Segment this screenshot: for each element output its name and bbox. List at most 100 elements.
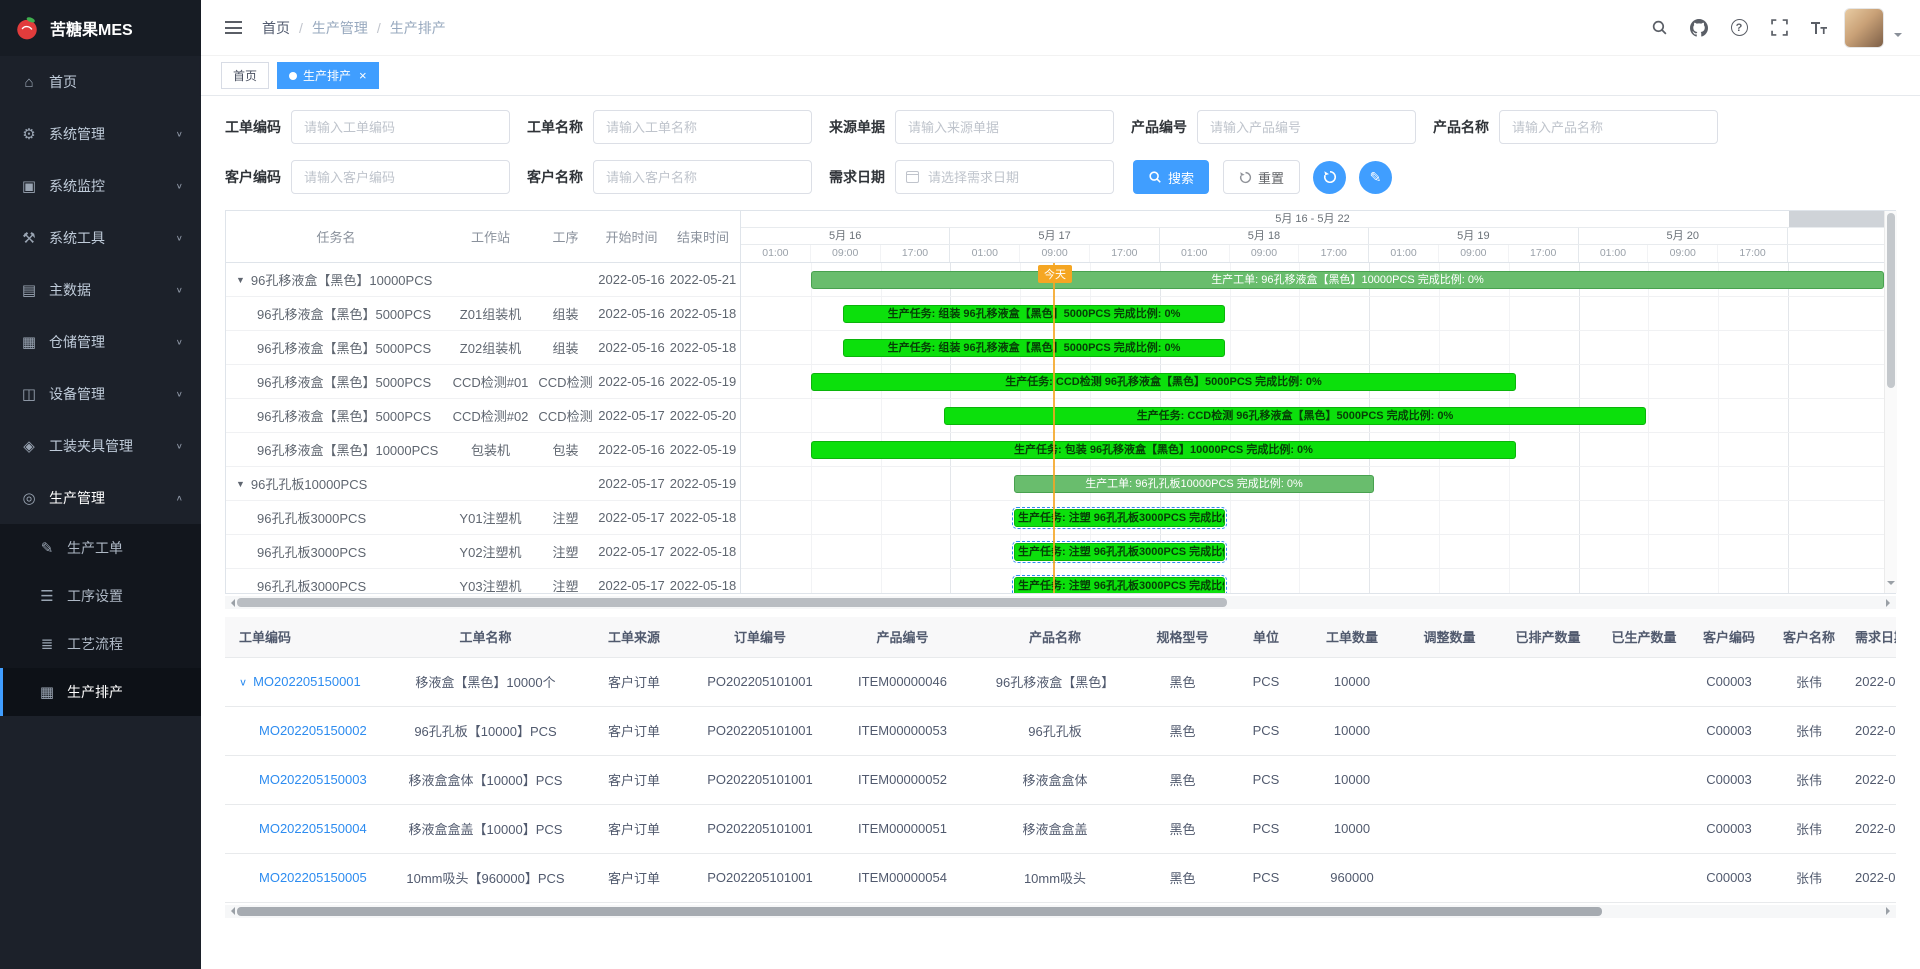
- search-button[interactable]: 搜索: [1133, 160, 1209, 194]
- sidebar-item-system-tools[interactable]: ⚒系统工具∨: [0, 212, 201, 264]
- gantt-grid-row[interactable]: 96孔移液盒【黑色】5000PCSZ01组装机组装2022-05-162022-…: [226, 297, 740, 331]
- orders-table-row[interactable]: MO20220515000296孔孔板【10000】PCS客户订单PO20220…: [225, 706, 1896, 755]
- orders-table-row[interactable]: ∨MO202205150001移液盒【黑色】10000个客户订单PO202205…: [225, 657, 1896, 706]
- gantt-grid-row[interactable]: 96孔移液盒【黑色】5000PCSZ02组装机组装2022-05-162022-…: [226, 331, 740, 365]
- gantt-bar-task[interactable]: 生产任务: 组装 96孔移液盒【黑色】5000PCS 完成比例: 0%: [843, 339, 1225, 357]
- gantt-bar-work-order[interactable]: 生产工单: 96孔移液盒【黑色】10000PCS 完成比例: 0%: [811, 271, 1884, 289]
- gantt-bar-work-order[interactable]: 生产工单: 96孔孔板10000PCS 完成比例: 0%: [1014, 475, 1374, 493]
- order-code-link[interactable]: MO202205150001: [253, 674, 361, 689]
- orders-cell: 10000: [1302, 804, 1402, 853]
- order-code-link[interactable]: MO202205150004: [259, 821, 367, 836]
- sidebar-item-home[interactable]: ⌂首页: [0, 56, 201, 108]
- breadcrumb-item[interactable]: 生产排产: [390, 18, 446, 38]
- gantt-bar-task[interactable]: 生产任务: 包装 96孔移液盒【黑色】10000PCS 完成比例: 0%: [811, 441, 1516, 459]
- gantt-vscroll-thumb[interactable]: [1887, 213, 1895, 388]
- tab-close-icon[interactable]: ×: [359, 68, 367, 83]
- sidebar-item-equipment[interactable]: ◫设备管理∨: [0, 368, 201, 420]
- gantt-grid-row[interactable]: ▼96孔孔板10000PCS2022-05-172022-05-19: [226, 467, 740, 501]
- gantt-bar-task[interactable]: 生产任务: 注塑 96孔孔板3000PCS 完成比例: 0%: [1014, 543, 1225, 561]
- sidebar-item-system-monitor[interactable]: ▣系统监控∨: [0, 160, 201, 212]
- orders-cell: PO202205101001: [690, 804, 830, 853]
- customer-code-input[interactable]: [291, 160, 510, 194]
- orders-table-row[interactable]: MO202205150004移液盒盒盖【10000】PCS客户订单PO20220…: [225, 804, 1896, 853]
- tools-icon: ⚒: [18, 229, 40, 247]
- orders-cell: 96孔孔板【10000】PCS: [393, 706, 578, 755]
- gantt-grid-row[interactable]: ▼96孔移液盒【黑色】10000PCS2022-05-162022-05-21: [226, 263, 740, 297]
- order-code-link[interactable]: MO202205150003: [259, 772, 367, 787]
- reset-button[interactable]: 重置: [1223, 160, 1300, 194]
- gantt-grid-row[interactable]: 96孔移液盒【黑色】10000PCS包装机包装2022-05-162022-05…: [226, 433, 740, 467]
- order-code-link[interactable]: MO202205150005: [259, 870, 367, 885]
- font-size-icon[interactable]: [1804, 11, 1834, 45]
- gantt-hscroll-right-arrow-icon[interactable]: [1886, 599, 1894, 607]
- gantt-grid-row[interactable]: 96孔移液盒【黑色】5000PCSCCD检测#01CCD检测2022-05-16…: [226, 365, 740, 399]
- github-icon[interactable]: [1684, 11, 1714, 45]
- orders-cell: ITEM00000053: [830, 706, 975, 755]
- gantt-grid-row[interactable]: 96孔孔板3000PCSY01注塑机注塑2022-05-172022-05-18: [226, 501, 740, 535]
- breadcrumb-item[interactable]: 生产管理: [312, 18, 368, 38]
- sidebar-toggle[interactable]: [219, 15, 248, 40]
- gantt-bar-task[interactable]: 生产任务: 注塑 96孔孔板3000PCS 完成比例: 0%: [1014, 577, 1225, 593]
- order-code-link[interactable]: MO202205150002: [259, 723, 367, 738]
- demand-date-input[interactable]: [895, 160, 1114, 194]
- edit-button[interactable]: ✎: [1359, 161, 1392, 194]
- gantt-bar-task[interactable]: 生产任务: 注塑 96孔孔板3000PCS 完成比例: 0%: [1014, 509, 1225, 527]
- row-expand-icon[interactable]: ∨: [239, 677, 247, 689]
- tab-home[interactable]: 首页: [221, 62, 269, 89]
- help-icon[interactable]: [1724, 11, 1754, 45]
- main-area: 首页/生产管理/生产排产 首页生产排产×: [201, 0, 1920, 969]
- database-icon: ▤: [18, 281, 40, 299]
- app-logo[interactable]: 苦糖果MES: [0, 0, 201, 56]
- sidebar-item-production[interactable]: ◎生产管理∧: [0, 472, 201, 524]
- sidebar-item-fixture[interactable]: ◈工装夹具管理∨: [0, 420, 201, 472]
- gantt-range-next-block: [1789, 211, 1884, 227]
- orders-table-row[interactable]: MO20220515000510mm吸头【960000】PCS客户订单PO202…: [225, 853, 1896, 902]
- table-hscroll-right-arrow-icon[interactable]: [1886, 907, 1894, 915]
- gantt-hscroll-thumb[interactable]: [237, 598, 1227, 607]
- orders-column-header: 产品编号: [830, 617, 975, 657]
- gantt-station: CCD检测#02: [446, 406, 535, 425]
- topbar-actions: [1644, 8, 1902, 48]
- sidebar-item-warehouse[interactable]: ▦仓储管理∨: [0, 316, 201, 368]
- work-order-code-input[interactable]: [291, 110, 510, 144]
- gantt-grid-row[interactable]: 96孔孔板3000PCSY03注塑机注塑2022-05-172022-05-18: [226, 569, 740, 593]
- tab-production-scheduling[interactable]: 生产排产×: [277, 62, 379, 89]
- source-doc-input[interactable]: [895, 110, 1114, 144]
- product-name-input[interactable]: [1499, 110, 1718, 144]
- user-menu-caret-icon[interactable]: [1894, 33, 1902, 41]
- refresh-button[interactable]: [1313, 161, 1346, 194]
- tree-expand-icon[interactable]: ▼: [236, 479, 245, 489]
- table-horizontal-scrollbar[interactable]: [225, 905, 1896, 918]
- sidebar-item-production-scheduling[interactable]: ▦生产排产: [0, 668, 201, 716]
- sidebar-item-process-flow[interactable]: ≣工艺流程: [0, 620, 201, 668]
- search-icon[interactable]: [1644, 11, 1674, 45]
- gantt-process: 注塑: [535, 542, 596, 561]
- gantt-grid-row[interactable]: 96孔孔板3000PCSY02注塑机注塑2022-05-172022-05-18: [226, 535, 740, 569]
- gantt-grid-row[interactable]: 96孔移液盒【黑色】5000PCSCCD检测#02CCD检测2022-05-17…: [226, 399, 740, 433]
- sidebar-item-master-data[interactable]: ▤主数据∨: [0, 264, 201, 316]
- gantt-hscroll-left-arrow-icon[interactable]: [227, 599, 235, 607]
- gantt-bar-task[interactable]: 生产任务: CCD检测 96孔移液盒【黑色】5000PCS 完成比例: 0%: [811, 373, 1516, 391]
- customer-name-input[interactable]: [593, 160, 812, 194]
- sidebar-item-process-settings[interactable]: ☰工序设置: [0, 572, 201, 620]
- work-order-name-input[interactable]: [593, 110, 812, 144]
- gantt-hour-label: 01:00: [950, 245, 1020, 262]
- gantt-vertical-scrollbar[interactable]: [1884, 211, 1897, 593]
- sidebar-item-system-admin[interactable]: ⚙系统管理∨: [0, 108, 201, 160]
- gantt-bar-task[interactable]: 生产任务: 组装 96孔移液盒【黑色】5000PCS 完成比例: 0%: [843, 305, 1225, 323]
- gantt-bar-task[interactable]: 生产任务: CCD检测 96孔移液盒【黑色】5000PCS 完成比例: 0%: [944, 407, 1646, 425]
- gantt-task-name: ▼96孔移液盒【黑色】10000PCS: [226, 270, 446, 289]
- gantt-vscroll-down-arrow-icon[interactable]: [1887, 581, 1895, 589]
- product-code-input[interactable]: [1197, 110, 1416, 144]
- orders-table-row[interactable]: MO202205150003移液盒盒体【10000】PCS客户订单PO20220…: [225, 755, 1896, 804]
- tree-expand-icon[interactable]: ▼: [236, 275, 245, 285]
- orders-cell: 10000: [1302, 755, 1402, 804]
- sidebar-item-label: 系统监控: [49, 176, 105, 196]
- sidebar-item-work-order[interactable]: ✎生产工单: [0, 524, 201, 572]
- fullscreen-icon[interactable]: [1764, 11, 1794, 45]
- gantt-horizontal-scrollbar[interactable]: [225, 596, 1896, 609]
- table-hscroll-thumb[interactable]: [237, 907, 1602, 916]
- avatar[interactable]: [1844, 8, 1884, 48]
- table-hscroll-left-arrow-icon[interactable]: [227, 907, 235, 915]
- breadcrumb-item: 首页: [262, 18, 290, 38]
